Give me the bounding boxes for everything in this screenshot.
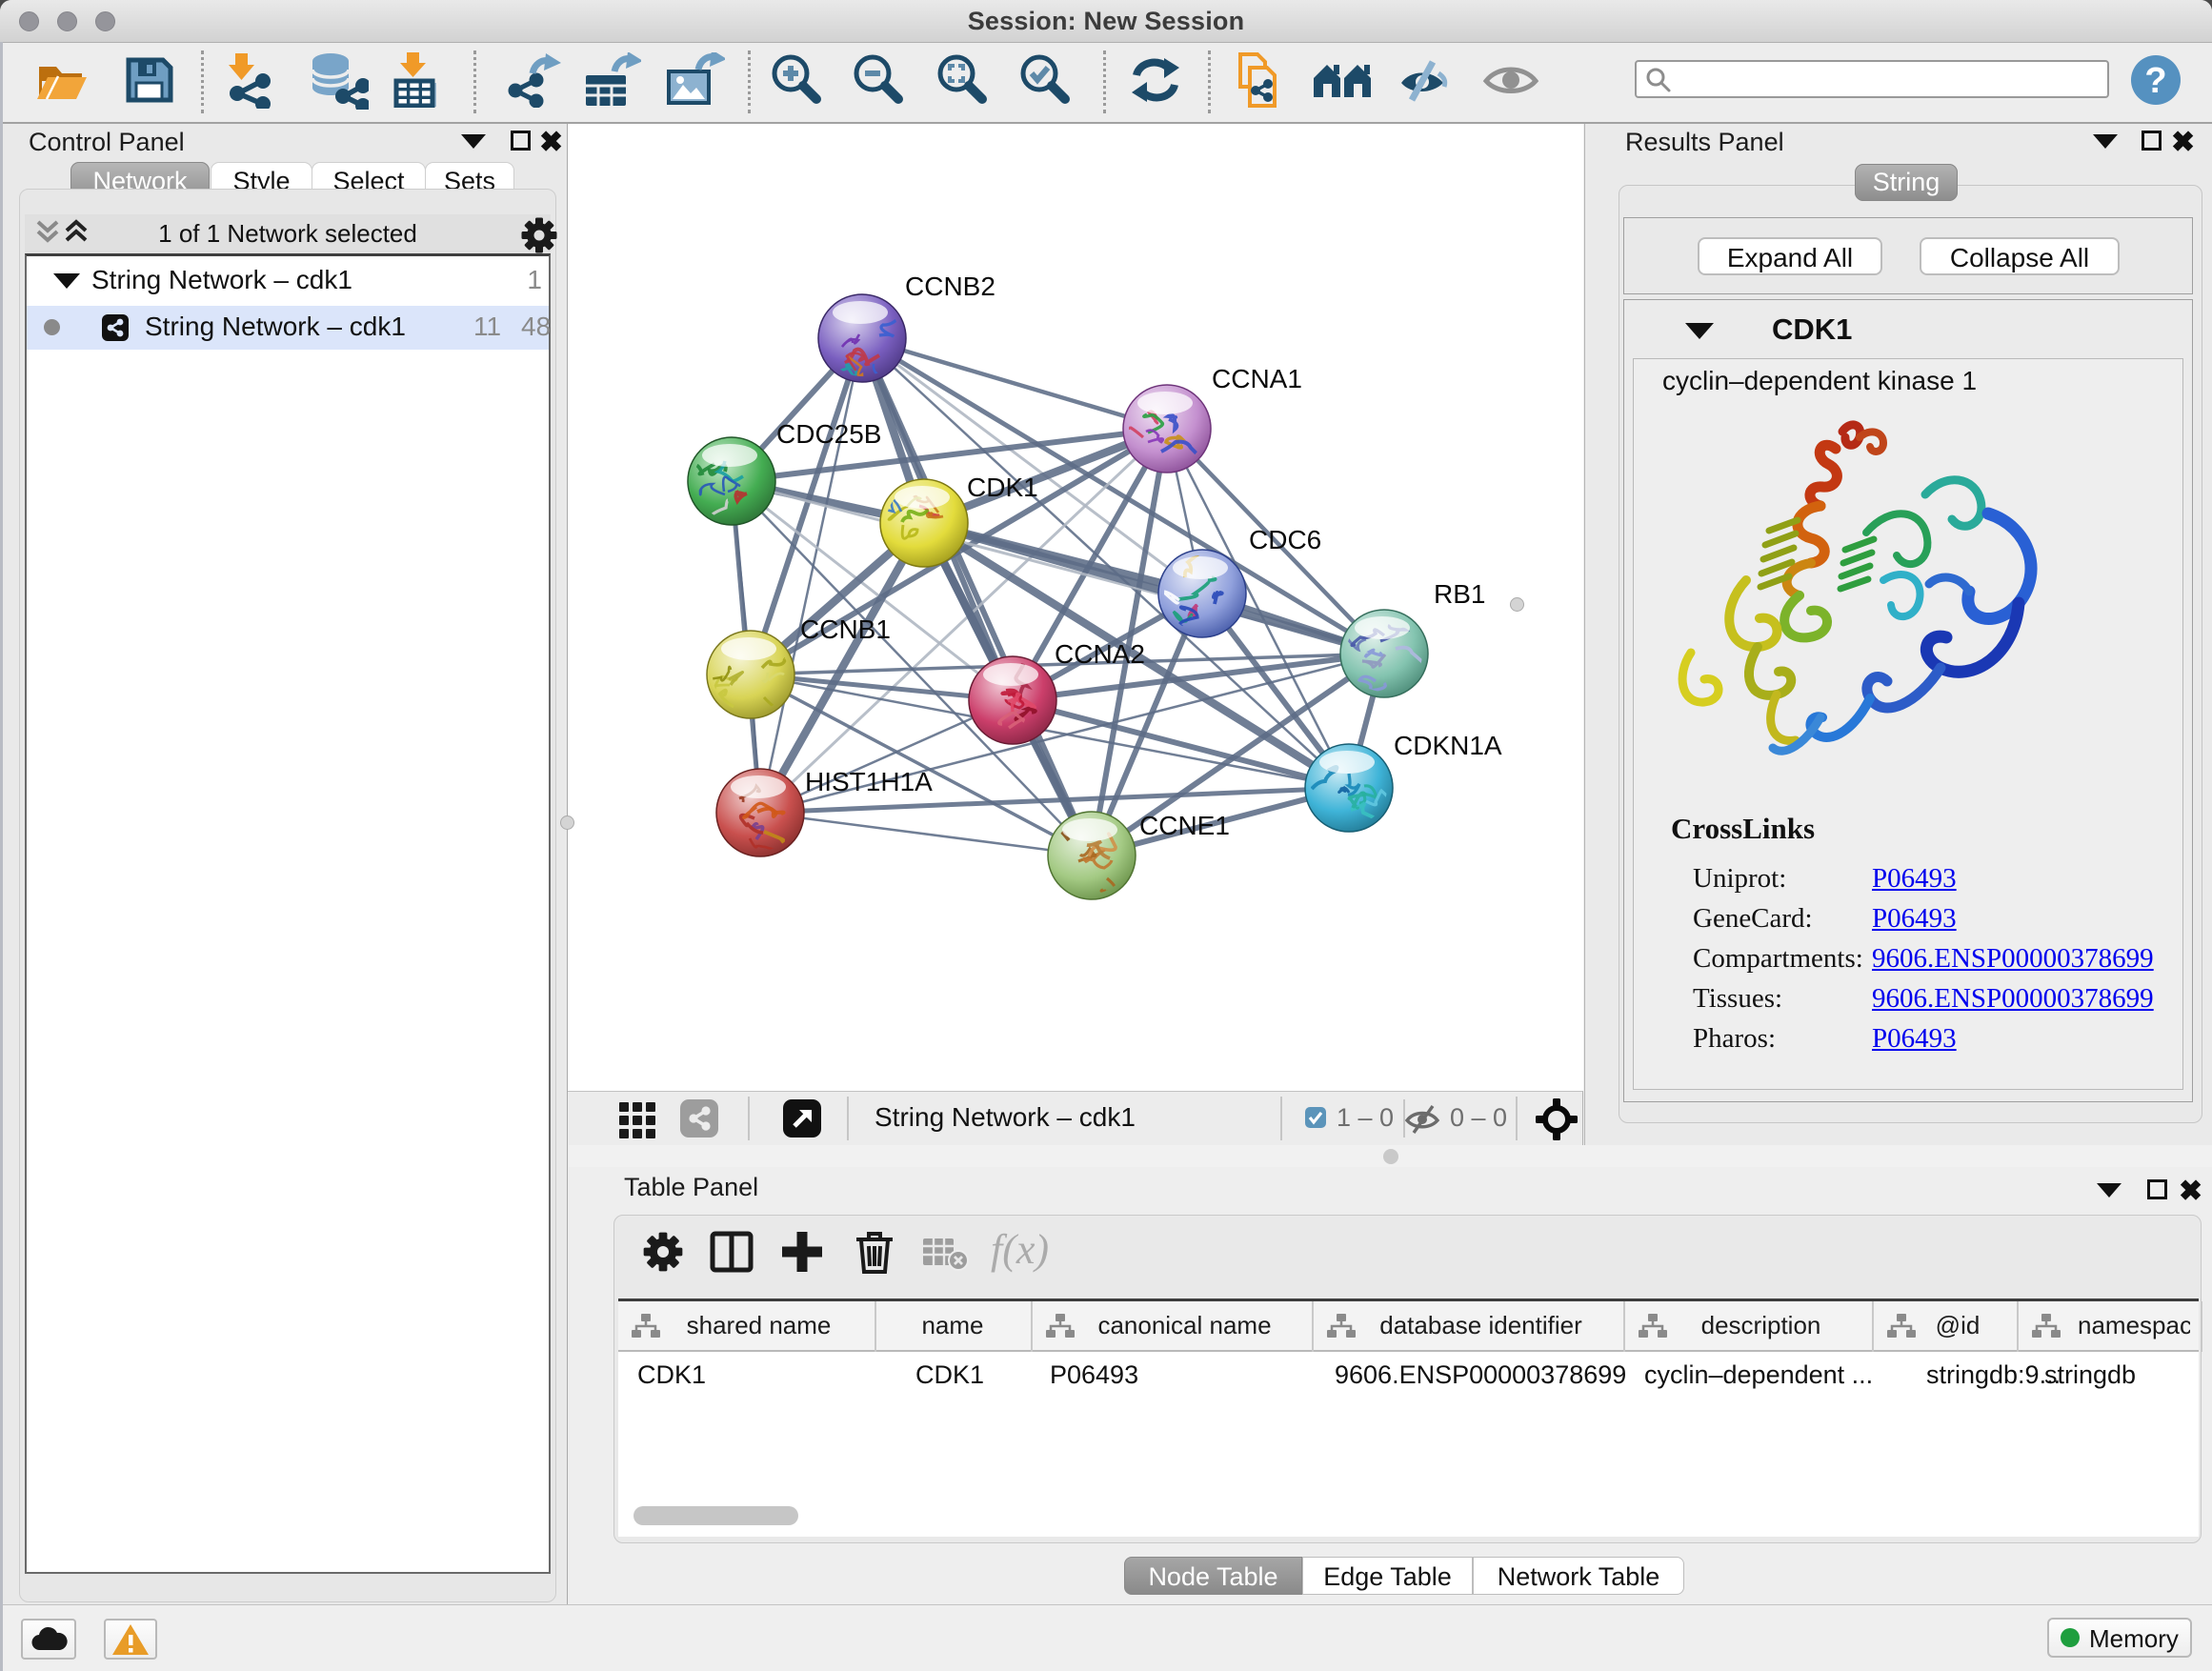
- svg-text:CDKN1A: CDKN1A: [1394, 731, 1502, 760]
- svg-text:CCNB2: CCNB2: [905, 272, 995, 301]
- svg-text:CCNB1: CCNB1: [800, 614, 891, 644]
- svg-text:CDK1: CDK1: [967, 473, 1038, 502]
- svg-text:CDC6: CDC6: [1249, 525, 1321, 554]
- svg-text:CCNA1: CCNA1: [1212, 364, 1302, 393]
- svg-text:CCNE1: CCNE1: [1139, 811, 1230, 840]
- svg-text:CDC25B: CDC25B: [776, 419, 881, 449]
- svg-text:HIST1H1A: HIST1H1A: [805, 767, 933, 796]
- svg-text:?: ?: [2144, 61, 2166, 101]
- svg-text:CCNA2: CCNA2: [1055, 639, 1145, 669]
- svg-text:RB1: RB1: [1434, 579, 1485, 609]
